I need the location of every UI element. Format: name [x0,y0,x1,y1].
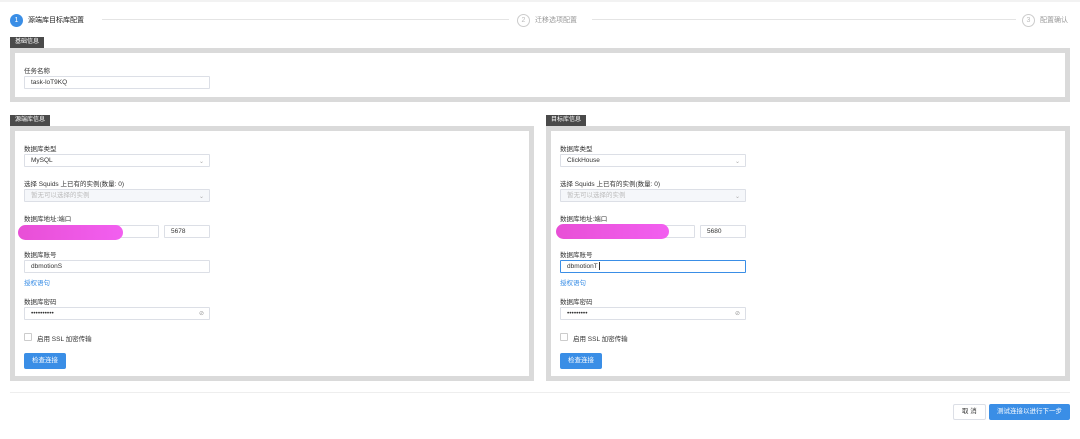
chevron-down-icon: ⌄ [734,194,740,200]
step-connector [102,19,509,20]
target-db-type-select[interactable]: ClickHouse ⌄ [560,154,746,167]
source-password-label: 数据库密码 [24,299,57,306]
source-ssl-label: 启用 SSL 加密传输 [37,336,92,343]
target-password-input[interactable]: ••••••••• ⊘ [560,307,746,320]
source-info-tag: 源端库信息 [10,115,51,126]
step-1-number: 1 [10,13,23,27]
source-instance-label: 选择 Squids 上已有的实例(数量: 0) [24,181,125,188]
footer-divider [10,392,1070,393]
eye-off-icon[interactable]: ⊘ [735,309,740,319]
chevron-down-icon: ⌄ [734,159,740,165]
source-password-input[interactable]: •••••••••• ⊘ [24,307,210,320]
source-port-input[interactable]: 5678 [164,225,210,238]
target-account-label: 数据库账号 [560,252,593,259]
test-connection-next-button[interactable]: 测试连接以进行下一步 [989,404,1070,420]
target-grant-link[interactable]: 授权语句 [560,277,586,287]
step-1[interactable]: 1 源端库目标库配置 [10,12,84,28]
target-account-value: dbmotionT [567,263,598,270]
source-panel: 数据库类型 MySQL ⌄ 选择 Squids 上已有的实例(数量: 0) 暂无… [10,126,534,381]
target-info-tag: 目标库信息 [546,115,587,126]
chevron-down-icon: ⌄ [198,194,204,200]
source-instance-select[interactable]: 暂无可以选择的实例 ⌄ [24,189,210,202]
task-name-label: 任务名称 [24,68,50,75]
redacted-host [18,225,123,240]
source-instance-placeholder: 暂无可以选择的实例 [31,192,90,199]
target-ssl-label: 启用 SSL 加密传输 [573,336,628,343]
source-check-connection-button[interactable]: 检查连接 [24,353,66,369]
chevron-down-icon: ⌄ [198,159,204,165]
basic-info-tag: 基础信息 [10,37,45,48]
target-panel: 数据库类型 ClickHouse ⌄ 选择 Squids 上已有的实例(数量: … [546,126,1070,381]
step-3-number: 3 [1022,13,1035,27]
task-name-input[interactable]: task-loT9KQ [24,76,210,89]
text-cursor [598,262,600,271]
target-db-type-value: ClickHouse [567,157,600,164]
step-3-label: 配置确认 [1040,17,1068,24]
source-password-value: •••••••••• [31,310,54,317]
target-password-value: ••••••••• [567,310,588,317]
eye-off-icon[interactable]: ⊘ [199,309,204,319]
target-addr-label: 数据库地址:端口 [560,216,608,223]
source-ssl-checkbox[interactable] [24,333,32,341]
source-addr-label: 数据库地址:端口 [24,216,72,223]
step-1-label: 源端库目标库配置 [28,17,84,24]
target-check-connection-button[interactable]: 检查连接 [560,353,602,369]
target-ssl-checkbox[interactable] [560,333,568,341]
target-instance-select[interactable]: 暂无可以选择的实例 ⌄ [560,189,746,202]
step-connector [592,19,1016,20]
step-2-label: 迁移选项配置 [535,17,577,24]
target-instance-placeholder: 暂无可以选择的实例 [567,192,626,199]
source-db-type-select[interactable]: MySQL ⌄ [24,154,210,167]
cancel-button[interactable]: 取 消 [953,404,986,420]
target-db-type-label: 数据库类型 [560,146,593,153]
step-2-number: 2 [517,13,530,27]
redacted-host [556,224,669,239]
step-2[interactable]: 2 迁移选项配置 [517,12,577,28]
step-3[interactable]: 3 配置确认 [1022,12,1068,28]
target-account-input[interactable]: dbmotionT [560,260,746,273]
step-indicator: 1 源端库目标库配置 2 迁移选项配置 3 配置确认 [10,12,1080,28]
target-port-input[interactable]: 5680 [700,225,746,238]
source-db-type-value: MySQL [31,157,53,164]
source-account-label: 数据库账号 [24,252,57,259]
source-grant-link[interactable]: 授权语句 [24,277,50,287]
top-border [0,0,1080,2]
source-account-input[interactable]: dbmotionS [24,260,210,273]
target-password-label: 数据库密码 [560,299,593,306]
source-db-type-label: 数据库类型 [24,146,57,153]
target-instance-label: 选择 Squids 上已有的实例(数量: 0) [560,181,661,188]
basic-info-panel: 任务名称 task-loT9KQ [10,48,1070,102]
